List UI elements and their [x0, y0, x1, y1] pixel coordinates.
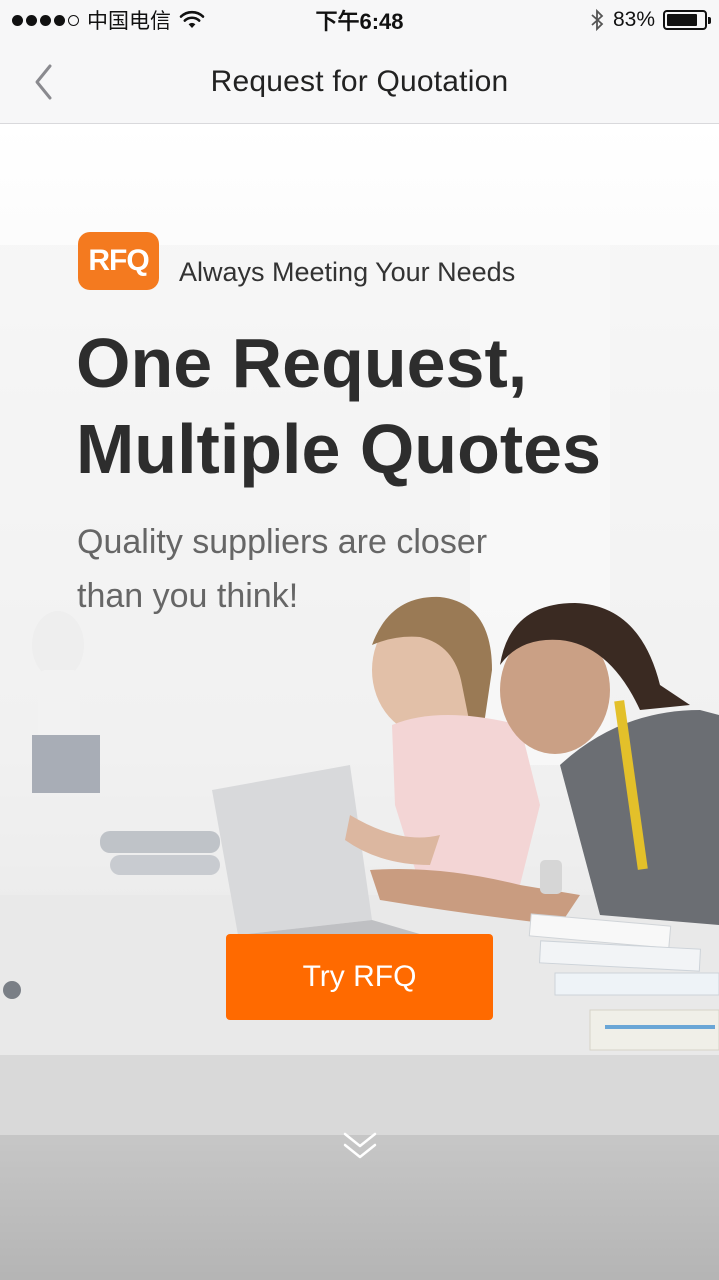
badge-row: RFQ Always Meeting Your Needs [78, 232, 515, 290]
bluetooth-icon [591, 8, 604, 32]
rfq-logo: RFQ [78, 232, 159, 290]
hero-banner: RFQ Always Meeting Your Needs One Reques… [0, 125, 719, 1280]
carrier-label: 中国电信 [87, 10, 171, 33]
hero-background-image [0, 245, 719, 1280]
double-chevron-down-icon[interactable] [340, 1128, 380, 1164]
headline: One Request, Multiple Quotes [76, 320, 696, 492]
status-bar: 中国电信 下午6:48 83% [0, 0, 719, 40]
subline: Quality suppliers are closer than you th… [77, 523, 488, 615]
try-rfq-button[interactable]: Try RFQ [226, 934, 493, 1020]
battery-icon [663, 10, 711, 30]
page-title: Request for Quotation [210, 64, 509, 98]
chevron-left-icon [35, 64, 52, 100]
status-left: 中国电信 [12, 5, 205, 35]
tagline: Always Meeting Your Needs [179, 256, 516, 287]
headline-line-2: Multiple Quotes [76, 410, 601, 488]
back-button[interactable] [22, 58, 66, 106]
headline-line-1: One Request, [76, 324, 528, 402]
nav-bar: Request for Quotation [0, 40, 719, 124]
signal-dots-icon [12, 14, 79, 26]
status-right: 83% [589, 8, 711, 32]
battery-percent: 83% [612, 8, 655, 31]
battery-level [667, 14, 697, 26]
wifi-icon [179, 10, 205, 28]
